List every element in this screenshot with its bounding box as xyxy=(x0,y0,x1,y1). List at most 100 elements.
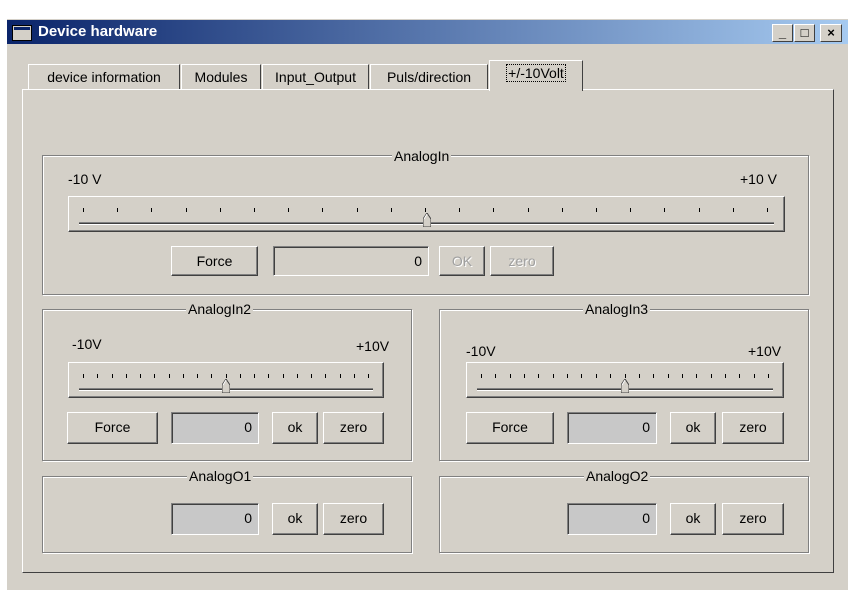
analog-in-slider[interactable] xyxy=(68,196,785,232)
tab-puls-direction[interactable]: Puls/direction xyxy=(370,64,488,90)
tab-modules[interactable]: Modules xyxy=(181,64,261,90)
analog-in3-title: AnalogIn3 xyxy=(583,301,651,317)
analog-in-max-label: +10 V xyxy=(740,171,777,187)
analog-in2-max-label: +10V xyxy=(356,338,390,354)
slider-tick xyxy=(524,374,525,378)
minimize-button[interactable]: _ xyxy=(772,24,793,42)
analog-in3-force-button[interactable]: Force xyxy=(466,412,554,444)
analog-in2-slider[interactable] xyxy=(68,362,384,398)
slider-tick xyxy=(288,208,289,212)
window-title: Device hardware xyxy=(38,23,158,40)
slider-tick xyxy=(696,374,697,378)
analog-in-zero-button[interactable]: zero xyxy=(490,246,554,276)
analog-o2-ok-button[interactable]: ok xyxy=(670,503,716,535)
slider-tick xyxy=(682,374,683,378)
slider-tick xyxy=(83,208,84,212)
analog-in3-min-label: -10V xyxy=(466,343,496,359)
slider-tick xyxy=(739,374,740,378)
tab-input-output[interactable]: Input_Output xyxy=(262,64,369,90)
analog-o1-ok-button[interactable]: ok xyxy=(272,503,318,535)
slider-tick xyxy=(581,374,582,378)
analog-in3-max-label: +10V xyxy=(748,343,782,359)
analog-in-ok-button[interactable]: OK xyxy=(439,246,485,276)
analog-o2-title: AnalogO2 xyxy=(584,468,651,484)
analog-in2-min-label: -10V xyxy=(72,336,102,352)
slider-tick xyxy=(357,208,358,212)
slider-tick xyxy=(768,374,769,378)
slider-tick xyxy=(169,374,170,378)
analog-in3-ok-button[interactable]: ok xyxy=(670,412,716,444)
analog-in2-zero-button[interactable]: zero xyxy=(323,412,384,444)
slider-tick xyxy=(725,374,726,378)
maximize-button[interactable]: □ xyxy=(794,24,815,42)
slider-tick xyxy=(151,208,152,212)
tab-plus-minus-10volt[interactable]: +/-10Volt xyxy=(489,60,583,91)
slider-tick xyxy=(268,374,269,378)
slider-tick xyxy=(610,374,611,378)
slider-tick xyxy=(630,208,631,212)
tab-label: +/-10Volt xyxy=(506,64,566,82)
slider-tick xyxy=(538,374,539,378)
slider-tick xyxy=(481,374,482,378)
analog-in-value-field[interactable]: 0 xyxy=(273,246,429,276)
slider-tick xyxy=(240,374,241,378)
analog-in-force-button[interactable]: Force xyxy=(171,246,258,276)
slider-tick xyxy=(733,208,734,212)
analog-in2-force-button[interactable]: Force xyxy=(67,412,158,444)
slider-tick xyxy=(354,374,355,378)
slider-tick xyxy=(567,374,568,378)
analog-in-min-label: -10 V xyxy=(68,171,102,187)
slider-tick xyxy=(226,374,227,378)
slider-tick xyxy=(112,374,113,378)
analog-o1-value-field[interactable]: 0 xyxy=(171,503,259,535)
slider-tick xyxy=(154,374,155,378)
analog-o2-zero-button[interactable]: zero xyxy=(722,503,784,535)
slider-tick xyxy=(528,208,529,212)
tab-device-information[interactable]: device information xyxy=(28,64,180,90)
analog-o1-zero-button[interactable]: zero xyxy=(323,503,384,535)
slider-tick xyxy=(711,374,712,378)
slider-tick xyxy=(322,208,323,212)
analog-in-title: AnalogIn xyxy=(392,148,452,164)
slider-tick xyxy=(211,374,212,378)
slider-tick xyxy=(668,374,669,378)
analog-in2-ok-button[interactable]: ok xyxy=(272,412,318,444)
slider-tick xyxy=(510,374,511,378)
slider-tick xyxy=(283,374,284,378)
slider-tick xyxy=(495,374,496,378)
analog-o1-title: AnalogO1 xyxy=(187,468,254,484)
slider-tick xyxy=(699,208,700,212)
close-button[interactable]: × xyxy=(820,24,842,42)
slider-tick xyxy=(368,374,369,378)
slider-tick xyxy=(425,208,426,212)
slider-tick xyxy=(596,208,597,212)
analog-in3-value-field[interactable]: 0 xyxy=(567,412,657,444)
slider-tick xyxy=(767,208,768,212)
analog-in3-zero-button[interactable]: zero xyxy=(722,412,784,444)
slider-tick xyxy=(340,374,341,378)
slider-tick xyxy=(140,374,141,378)
analog-in2-title: AnalogIn2 xyxy=(186,301,254,317)
slider-tick xyxy=(254,208,255,212)
slider-tick xyxy=(220,208,221,212)
slider-tick xyxy=(553,374,554,378)
slider-tick xyxy=(183,374,184,378)
slider-tick xyxy=(311,374,312,378)
analog-in3-slider[interactable] xyxy=(466,362,784,398)
window-icon xyxy=(12,25,32,41)
slider-tick xyxy=(186,208,187,212)
analog-o2-value-field[interactable]: 0 xyxy=(567,503,657,535)
slider-tick xyxy=(297,374,298,378)
slider-thumb-icon[interactable] xyxy=(621,379,629,393)
slider-tick xyxy=(754,374,755,378)
slider-tick xyxy=(254,374,255,378)
slider-tick xyxy=(625,374,626,378)
slider-tick xyxy=(653,374,654,378)
slider-thumb-icon[interactable] xyxy=(222,379,230,393)
slider-tick xyxy=(83,374,84,378)
slider-tick xyxy=(639,374,640,378)
slider-tick xyxy=(596,374,597,378)
analog-in2-value-field[interactable]: 0 xyxy=(171,412,259,444)
slider-thumb-icon[interactable] xyxy=(423,213,431,227)
slider-tick xyxy=(197,374,198,378)
